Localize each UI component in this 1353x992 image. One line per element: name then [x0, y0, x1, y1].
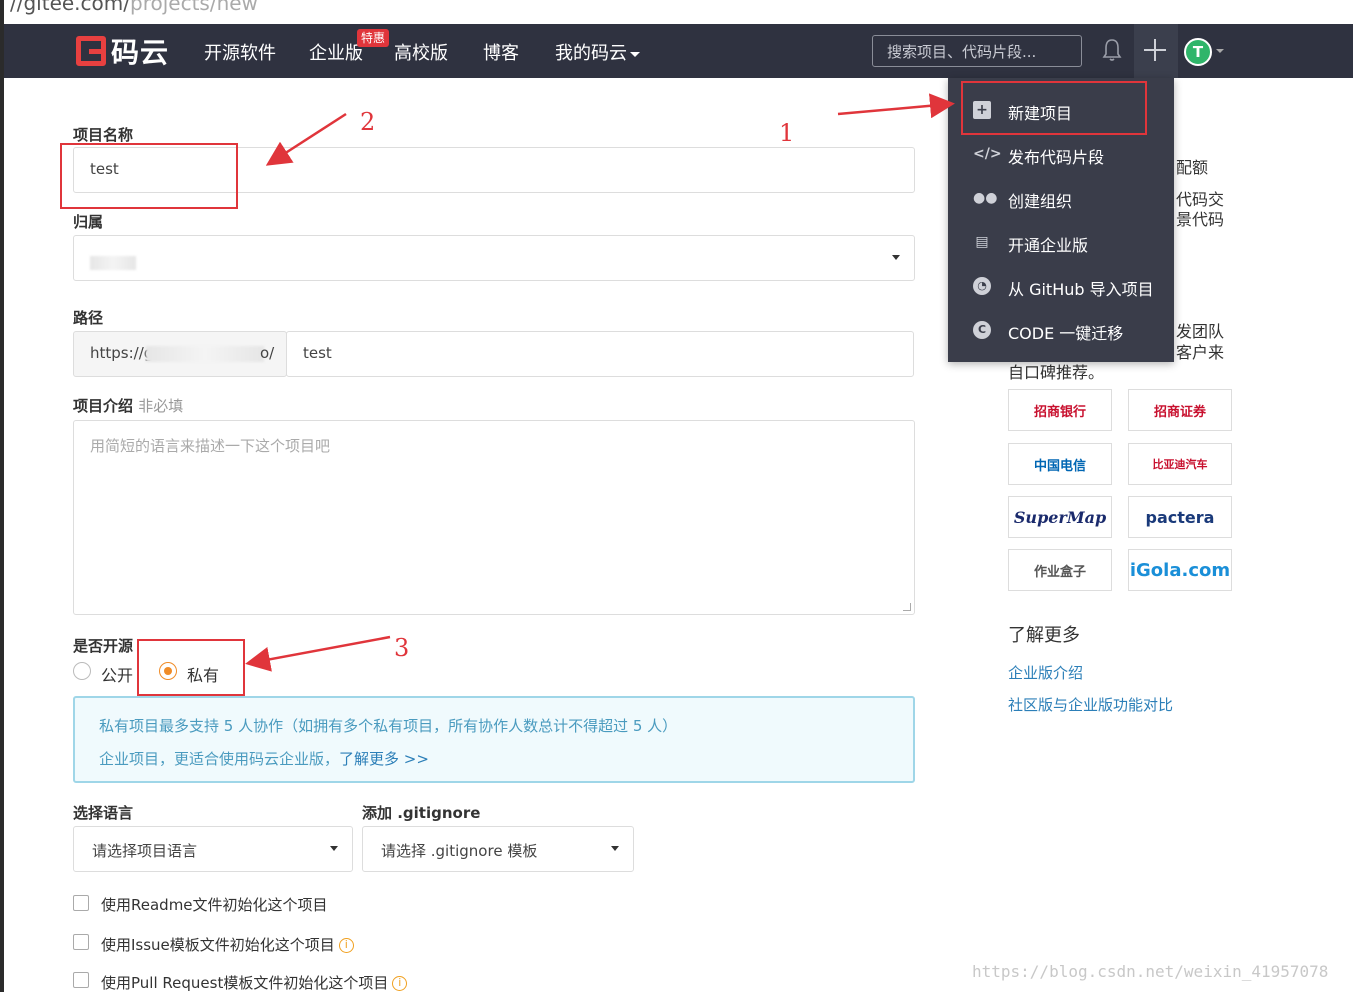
path-input[interactable]: test	[286, 331, 914, 377]
logo-cms: 招商证券	[1128, 389, 1232, 431]
github-icon: ◔	[973, 277, 991, 295]
url-path: projects/new	[130, 0, 258, 15]
nav-blog[interactable]: 博客	[483, 39, 519, 65]
menu-enterprise[interactable]: ▤ 开通企业版	[948, 220, 1174, 264]
learn-more-link[interactable]: 了解更多 >>	[339, 750, 429, 768]
chevron-down-icon	[611, 846, 619, 851]
annotation-box-3	[137, 639, 245, 696]
info-line-2: 企业项目，更适合使用码云企业版，	[99, 750, 340, 768]
sidebar-partial-text: 景代码	[1176, 210, 1225, 229]
learn-more-title: 了解更多	[1008, 625, 1080, 646]
owner-redacted	[90, 256, 136, 270]
annotation-box-2	[60, 143, 238, 209]
chevron-down-icon	[892, 255, 900, 260]
gitignore-placeholder: 请选择 .gitignore 模板	[381, 842, 538, 860]
language-label: 选择语言	[73, 804, 134, 822]
logo-g-icon	[76, 36, 106, 66]
search-input[interactable]: 搜索项目、代码片段...	[872, 35, 1082, 67]
description-label-text: 项目介绍	[73, 397, 134, 415]
logo-cmb: 招商银行	[1008, 389, 1112, 431]
path-prefix-start: https://g	[90, 344, 154, 362]
edition-compare-link[interactable]: 社区版与企业版功能对比	[1008, 694, 1173, 715]
menu-new-snippet[interactable]: </> 发布代码片段	[948, 132, 1174, 176]
issue-template-label-text: 使用Issue模板文件初始化这个项目	[101, 936, 335, 954]
users-icon: ●●	[973, 190, 998, 206]
logo-text: 码云	[111, 36, 170, 69]
path-redacted	[146, 346, 264, 362]
watermark: https://blog.csdn.net/weixin_41957078	[972, 962, 1329, 981]
nav-enterprise[interactable]: 企业版	[309, 39, 363, 65]
code-icon: </>	[973, 146, 1002, 162]
chevron-down-icon	[330, 846, 338, 851]
private-info-box: 私有项目最多支持 5 人协作（如拥有多个私有项目，所有协作人数总计不得超过 5 …	[73, 696, 915, 783]
logo-byd: 比亚迪汽车	[1128, 443, 1232, 485]
logo-china-telecom: 中国电信	[1008, 443, 1112, 485]
issue-template-label[interactable]: 使用Issue模板文件初始化这个项目 i	[101, 934, 354, 955]
open-source-label: 是否开源	[73, 637, 134, 655]
top-navbar: 码云 开源软件 企业版 特惠 高校版 博客 我的码云 搜索项目、代码片段... …	[4, 24, 1353, 78]
path-value: test	[303, 344, 332, 362]
radio-public-label[interactable]: 公开	[101, 662, 133, 686]
url-text: //gitee.com/	[10, 0, 130, 15]
language-select[interactable]: 请选择项目语言	[73, 826, 353, 872]
gitee-logo[interactable]: 码云	[76, 34, 170, 69]
nav-my-gitee[interactable]: 我的码云	[555, 39, 640, 65]
nav-open-source[interactable]: 开源软件	[204, 39, 276, 65]
sidebar-partial-text: 客户来	[1176, 343, 1225, 362]
description-placeholder: 用简短的语言来描述一下这个项目吧	[90, 437, 331, 455]
path-label: 路径	[73, 309, 104, 327]
nav-my-gitee-label: 我的码云	[555, 43, 627, 64]
sidebar-partial-text: 配额	[1176, 158, 1209, 177]
resize-handle-icon[interactable]	[903, 603, 911, 611]
sidebar-partial-text: 自口碑推荐。	[1008, 363, 1105, 382]
path-prefix: https://g o/	[73, 331, 287, 377]
menu-import-github[interactable]: ◔ 从 GitHub 导入项目	[948, 264, 1174, 308]
annotation-number-1: 1	[779, 119, 795, 147]
readme-checkbox[interactable]	[73, 895, 89, 911]
radio-public[interactable]	[73, 662, 91, 680]
pr-template-label-text: 使用Pull Request模板文件初始化这个项目	[101, 974, 389, 992]
description-textarea[interactable]: 用简短的语言来描述一下这个项目吧	[73, 420, 915, 615]
menu-create-org[interactable]: ●● 创建组织	[948, 176, 1174, 220]
window-edge	[0, 0, 4, 992]
pr-template-label[interactable]: 使用Pull Request模板文件初始化这个项目 i	[101, 972, 408, 992]
readme-checkbox-label[interactable]: 使用Readme文件初始化这个项目	[101, 894, 328, 915]
building-icon: ▤	[975, 234, 989, 250]
logo-pactera: pactera	[1128, 496, 1232, 538]
language-placeholder: 请选择项目语言	[92, 842, 198, 860]
gitignore-label: 添加 .gitignore	[362, 804, 481, 822]
logo-igola: iGola.com	[1128, 549, 1232, 591]
nav-education[interactable]: 高校版	[394, 39, 448, 65]
annotation-number-2: 2	[360, 108, 376, 136]
address-bar[interactable]: //gitee.com/projects/new	[4, 0, 1353, 24]
create-plus-button[interactable]	[1134, 24, 1178, 78]
logo-supermap: SuperMap	[1008, 496, 1112, 538]
annotation-box-1	[961, 81, 1147, 135]
menu-code-migrate[interactable]: C CODE 一键迁移	[948, 308, 1174, 352]
optional-hint: 非必填	[138, 397, 184, 415]
project-name-label: 项目名称	[73, 126, 134, 144]
owner-select[interactable]	[73, 235, 915, 281]
chevron-down-icon	[630, 51, 640, 57]
code-migrate-icon: C	[973, 321, 991, 339]
bell-icon[interactable]	[1102, 38, 1122, 62]
info-icon[interactable]: i	[338, 938, 354, 953]
owner-label: 归属	[73, 213, 104, 231]
avatar-caret-icon	[1216, 49, 1224, 53]
info-line-1: 私有项目最多支持 5 人协作（如拥有多个私有项目，所有协作人数总计不得超过 5 …	[99, 717, 678, 735]
enterprise-intro-link[interactable]: 企业版介绍	[1008, 662, 1083, 683]
pr-template-checkbox[interactable]	[73, 972, 89, 988]
avatar[interactable]: T	[1184, 38, 1212, 66]
logo-zuoyehezi: 作业盒子	[1008, 549, 1112, 591]
description-label: 项目介绍 非必填	[73, 395, 183, 416]
gitignore-select[interactable]: 请选择 .gitignore 模板	[362, 826, 634, 872]
path-prefix-end: o/	[260, 344, 275, 362]
hot-badge: 特惠	[357, 29, 390, 47]
info-icon[interactable]: i	[392, 976, 408, 991]
issue-template-checkbox[interactable]	[73, 934, 89, 950]
annotation-number-3: 3	[394, 634, 410, 662]
